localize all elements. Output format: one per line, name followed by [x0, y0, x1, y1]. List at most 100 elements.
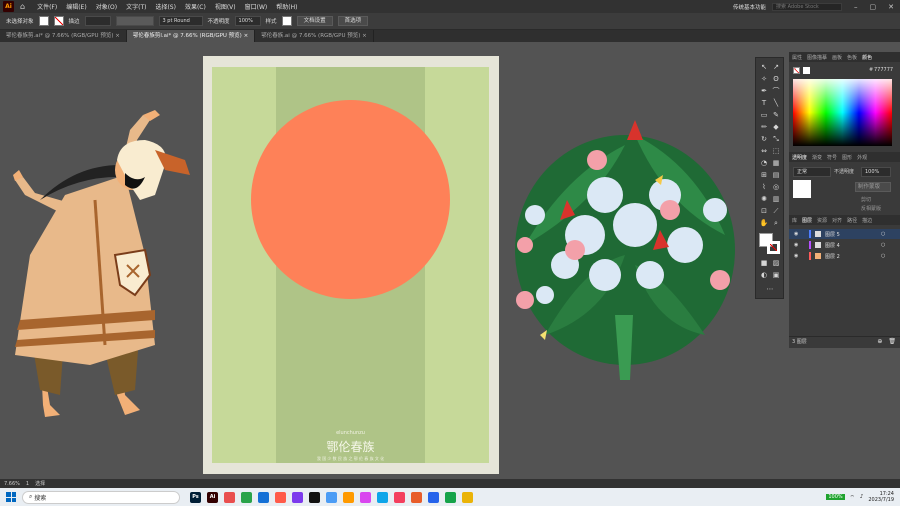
taskbar-app-icon[interactable]	[326, 491, 337, 503]
layer-name[interactable]: 图层 2	[825, 253, 840, 260]
taskbar-app-icon[interactable]	[428, 491, 439, 503]
artboard-tool-icon[interactable]: ⊡	[759, 206, 769, 216]
opacity-field[interactable]: 100%	[861, 167, 891, 177]
hex-value-field[interactable]: 777777	[874, 67, 893, 73]
color-fill-swatch[interactable]	[803, 67, 810, 74]
tab-libraries[interactable]: 库	[792, 217, 797, 224]
menu-edit[interactable]: 编辑(E)	[66, 2, 86, 11]
taskbar-app-icon[interactable]	[462, 491, 473, 503]
close-icon[interactable]: ✕	[888, 3, 894, 11]
delete-layer-icon[interactable]: 🗑	[888, 338, 900, 345]
taskbar-app-icon[interactable]: Ai	[207, 491, 218, 503]
document-tab[interactable]: 鄂伦春族.ai @ 7.66% (RGB/GPU 预览) ×	[255, 30, 374, 42]
tab-symbols[interactable]: 符号	[827, 154, 837, 161]
more-tools-icon[interactable]: ⋯	[765, 284, 775, 294]
taskbar-app-icon[interactable]	[258, 491, 269, 503]
dancer-illustration[interactable]	[5, 105, 200, 425]
shape-builder-icon[interactable]: ◔	[759, 158, 769, 168]
tab-properties[interactable]: 属性	[792, 54, 802, 61]
home-icon[interactable]: ⌂	[20, 2, 25, 11]
color-spectrum[interactable]	[793, 79, 892, 146]
network-icon[interactable]: ⌔	[850, 494, 855, 501]
taskbar-app-icon[interactable]	[241, 491, 252, 503]
width-tool-icon[interactable]: ⇔	[759, 146, 769, 156]
layer-row[interactable]: ◉ 图层 4 ○	[789, 240, 900, 250]
screen-mode-icon[interactable]: ▣	[771, 270, 781, 280]
taskbar-app-icon[interactable]	[411, 491, 422, 503]
mesh-tool-icon[interactable]: ⊞	[759, 170, 769, 180]
menu-help[interactable]: 帮助(H)	[276, 2, 297, 11]
visibility-eye-icon[interactable]: ◉	[794, 253, 798, 259]
document-tab-active[interactable]: 鄂伦春族剪l.ai* @ 7.66% (RGB/GPU 预览) ×	[126, 30, 256, 42]
tab-graphic-styles[interactable]: 图形	[842, 154, 852, 161]
perspective-grid-icon[interactable]: ▦	[771, 158, 781, 168]
stroke-swatch[interactable]	[53, 16, 64, 26]
volume-icon[interactable]: ♪	[860, 494, 864, 500]
tab-align[interactable]: 对齐	[832, 217, 842, 224]
stroke-color-icon[interactable]	[767, 241, 780, 254]
pencil-icon[interactable]: ✏	[759, 122, 769, 132]
tab-color[interactable]: 颜色	[862, 54, 872, 61]
stroke-label[interactable]: 描边	[69, 17, 80, 25]
document-tab[interactable]: 鄂伦春族剪.ai* @ 7.66% (RGB/GPU 预览) ×	[0, 30, 127, 42]
zoom-level[interactable]: 7.66%	[4, 481, 20, 487]
menu-type[interactable]: 文字(T)	[126, 2, 146, 11]
document-setup-button[interactable]: 文档设置	[296, 16, 333, 26]
taskbar-app-icon[interactable]	[292, 491, 303, 503]
variable-width-field[interactable]	[115, 16, 154, 26]
taskbar-app-icon[interactable]	[394, 491, 405, 503]
taskbar-app-icon[interactable]	[309, 491, 320, 503]
battery-indicator[interactable]: 100%	[826, 494, 845, 500]
taskbar-search[interactable]: ⌕ 搜索	[22, 490, 180, 504]
workspace-switcher[interactable]: 传统基本功能	[733, 3, 766, 11]
pen-tool-icon[interactable]: ✒	[759, 86, 769, 96]
line-tool-icon[interactable]: ╲	[771, 98, 781, 108]
menu-object[interactable]: 对象(O)	[96, 2, 117, 11]
selection-tool-icon[interactable]: ↖	[759, 62, 769, 72]
make-mask-button[interactable]: 制作蒙版	[855, 182, 891, 192]
tab-transparency[interactable]: 透明度	[792, 154, 807, 161]
lasso-icon[interactable]: ʘ	[771, 74, 781, 84]
taskbar-app-icon[interactable]: Ps	[190, 491, 201, 503]
stroke-weight-field[interactable]	[84, 16, 111, 26]
menu-select[interactable]: 选择(S)	[155, 2, 176, 11]
tab-stroke[interactable]: 描边	[862, 217, 872, 224]
type-tool-icon[interactable]: T	[759, 98, 769, 108]
invert-mask-checkbox[interactable]: 反相蒙版	[861, 205, 881, 212]
opacity-field[interactable]: 100%	[234, 16, 261, 26]
magic-wand-icon[interactable]: ✧	[759, 74, 769, 84]
layer-target-icon[interactable]: ○	[881, 253, 885, 259]
gradient-tool-icon[interactable]: ▤	[771, 170, 781, 180]
tab-pathfinder[interactable]: 路径	[847, 217, 857, 224]
free-transform-icon[interactable]: ⬚	[771, 146, 781, 156]
curvature-tool-icon[interactable]: ⌒	[771, 86, 781, 96]
blend-mode-select[interactable]: 正常	[793, 167, 831, 177]
fill-swatch[interactable]	[38, 16, 49, 26]
artboard-navigation[interactable]: 1	[26, 481, 29, 487]
taskbar-app-icon[interactable]	[377, 491, 388, 503]
visibility-eye-icon[interactable]: ◉	[794, 231, 798, 237]
color-stroke-swatch[interactable]	[793, 67, 800, 74]
floral-illustration[interactable]	[505, 115, 750, 380]
tab-close-icon[interactable]: ×	[244, 33, 249, 39]
zoom-tool-icon[interactable]: ⌕	[771, 218, 781, 228]
tab-close-icon[interactable]: ×	[362, 33, 367, 39]
layer-row[interactable]: ◉ 图层 5 ○	[789, 229, 900, 239]
menu-view[interactable]: 视图(V)	[215, 2, 236, 11]
tab-artboards[interactable]: 画板	[832, 54, 842, 61]
clip-checkbox[interactable]: 剪切	[861, 196, 871, 203]
tab-image-trace[interactable]: 图像描摹	[807, 54, 827, 61]
brush-field[interactable]: 3 pt Round	[158, 16, 203, 26]
tab-assets[interactable]: 资源	[817, 217, 827, 224]
minimize-icon[interactable]: –	[854, 3, 858, 11]
color-mode-icon[interactable]: ■	[759, 258, 769, 268]
scale-tool-icon[interactable]: ⤡	[771, 134, 781, 144]
none-mode-icon[interactable]: ▨	[771, 258, 781, 268]
menu-effect[interactable]: 效果(C)	[185, 2, 206, 11]
menu-window[interactable]: 窗口(W)	[245, 2, 268, 11]
tab-close-icon[interactable]: ×	[115, 33, 120, 39]
layer-target-icon[interactable]: ○	[881, 242, 885, 248]
tab-swatches[interactable]: 色板	[847, 54, 857, 61]
layer-target-icon[interactable]: ○	[881, 231, 885, 237]
clock[interactable]: 17:24 2023/7/19	[868, 491, 894, 503]
